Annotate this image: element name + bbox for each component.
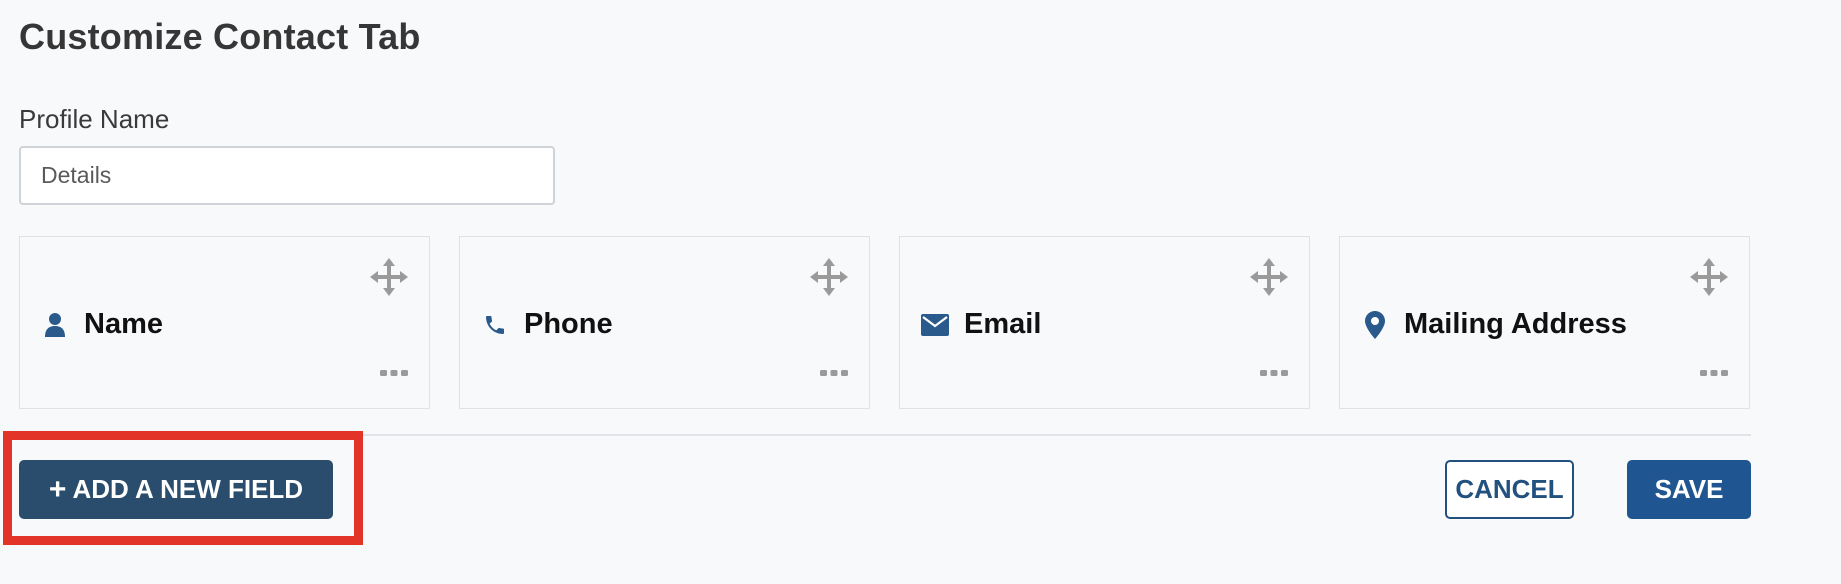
card-title: Phone xyxy=(524,308,613,340)
card-heading: Mailing Address xyxy=(1360,308,1627,341)
page-title: Customize Contact Tab xyxy=(19,16,421,57)
phone-icon xyxy=(480,310,510,340)
add-new-field-label: ADD A NEW FIELD xyxy=(72,474,304,504)
field-card-name[interactable]: Name xyxy=(19,236,430,409)
user-icon xyxy=(40,310,70,340)
card-heading: Name xyxy=(40,308,163,341)
card-title: Mailing Address xyxy=(1404,308,1627,340)
card-heading: Phone xyxy=(480,308,613,341)
add-new-field-button[interactable]: + ADD A NEW FIELD xyxy=(19,460,333,519)
move-handle-icon[interactable] xyxy=(809,257,849,297)
move-handle-icon[interactable] xyxy=(1249,257,1289,297)
field-card-email[interactable]: Email xyxy=(899,236,1310,409)
card-heading: Email xyxy=(920,308,1041,341)
field-card-phone[interactable]: Phone xyxy=(459,236,870,409)
move-handle-icon[interactable] xyxy=(1689,257,1729,297)
profile-name-input[interactable] xyxy=(19,146,555,205)
map-marker-icon xyxy=(1360,310,1390,340)
field-cards: Name Phone Email Mailing Address xyxy=(19,236,1750,409)
more-options-icon[interactable] xyxy=(379,366,409,380)
card-title: Email xyxy=(964,308,1042,340)
envelope-icon xyxy=(920,310,950,340)
move-handle-icon[interactable] xyxy=(369,257,409,297)
cancel-button[interactable]: CANCEL xyxy=(1445,460,1574,519)
more-options-icon[interactable] xyxy=(819,366,849,380)
plus-icon: + xyxy=(48,472,67,506)
more-options-icon[interactable] xyxy=(1699,366,1729,380)
card-title: Name xyxy=(84,308,163,340)
save-button[interactable]: SAVE xyxy=(1627,460,1751,519)
field-card-mailing-address[interactable]: Mailing Address xyxy=(1339,236,1750,409)
more-options-icon[interactable] xyxy=(1259,366,1289,380)
profile-name-label: Profile Name xyxy=(19,104,170,134)
